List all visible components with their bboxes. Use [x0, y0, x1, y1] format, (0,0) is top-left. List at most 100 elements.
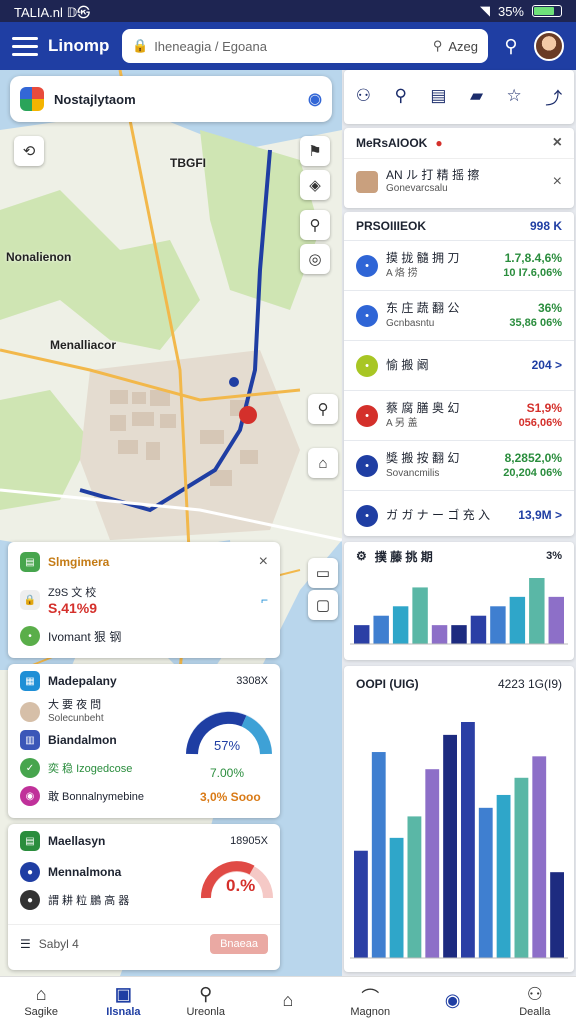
locate-icon[interactable]: ◎	[300, 244, 330, 274]
list-icon: ☰	[20, 936, 31, 951]
nav-box[interactable]: ⌂	[253, 990, 323, 1012]
close-icon[interactable]: ×	[553, 134, 562, 152]
notif-title: MeRsAIOOK	[356, 136, 428, 150]
home-map-icon[interactable]: ⌂	[308, 448, 338, 478]
avatar[interactable]	[534, 31, 564, 61]
chart-bar	[548, 596, 564, 644]
layers-icon[interactable]: ◈	[300, 170, 330, 200]
status-dot-icon: •	[356, 454, 378, 477]
chart-bar	[431, 625, 448, 644]
list-item[interactable]: • 东 庄 蔬 翻 公 Gcnbasntu 36% 35,86 06%	[344, 290, 574, 340]
status-bar: TALIA.nl 𝔻㉿ ◥ 35%	[0, 0, 576, 22]
chart-bar	[478, 807, 493, 958]
column-chart	[350, 722, 568, 959]
pin-icon[interactable]: ⚑	[300, 136, 330, 166]
map-search-title: Nostajlytaom	[54, 91, 136, 107]
chart-icon: ⚙	[356, 549, 367, 563]
nav-circle[interactable]: ◉	[418, 990, 488, 1012]
share-icon[interactable]: ⤴	[545, 84, 562, 109]
chart-bar	[407, 816, 422, 958]
calendar-icon: ▦	[20, 671, 40, 691]
document-icon[interactable]: ▤	[430, 86, 446, 106]
check-icon: ✓	[20, 758, 40, 778]
chart-bar	[529, 578, 545, 644]
list-item[interactable]: • 獎 搬 按 翻 幻 Sovancmilis 8,2852,0% 20,204 06%	[344, 440, 574, 490]
info-icon: •	[20, 626, 40, 646]
star-icon[interactable]: ☆	[507, 86, 522, 106]
status-left: TALIA.nl 𝔻㉿	[14, 4, 91, 20]
building-icon: ▥	[20, 730, 40, 750]
battery-icon	[532, 5, 562, 17]
close-icon[interactable]: ×	[259, 553, 268, 571]
gauge-card: ▦ Madepalany 3308X 大 要 夜 問 Solecunbeht ▥…	[8, 664, 280, 818]
summary-card: ▤ Slmgimera × 🔒 Z9S 文 校 S,41%9 ⌐ • Ivoma…	[8, 542, 280, 658]
square-icon[interactable]: ▢	[308, 590, 338, 620]
notification-card: MeRsAIOOK ● × ΑΝ ル 打 精 摇 擦 Gonevarcsalu …	[344, 128, 574, 208]
chart-bar	[532, 756, 547, 958]
chart-bar	[389, 837, 404, 958]
map-icon: ▣	[114, 983, 132, 1004]
map-view[interactable]: Nostajlytaom ◉ Nonalienon Menalliacor TB…	[0, 70, 342, 976]
doc-icon[interactable]: ▭	[308, 558, 338, 588]
bottom-nav: ⌂ Sagike ▣ Ilsnala ⚲ Ureonla ⌂ ⌒ Magnon ◉ ⚇ D…	[0, 976, 576, 1024]
chart-bar	[443, 734, 457, 958]
chart-bar	[412, 587, 428, 644]
folder-icon[interactable]: ▰	[470, 86, 483, 106]
chart-bar	[392, 606, 409, 644]
card-value: S,41%9	[48, 600, 98, 616]
app-bar: Linomp 🔒 Iheneagia / Egoana ⚲ Azeg ⚲	[0, 22, 576, 70]
nav-home[interactable]: ⌂ Sagike	[6, 984, 76, 1018]
home-icon: ⌂	[35, 983, 47, 1004]
chart-bar	[490, 606, 506, 644]
chart-bar	[373, 615, 389, 644]
nav-alerts[interactable]: ⌒ Magnon	[335, 984, 405, 1018]
box-icon: ⌂	[282, 989, 294, 1010]
alert-card: ▤ Maellasyn 18905X ● Mennalmona ● 謂 耕 粒 …	[8, 824, 280, 970]
chart-bar	[425, 769, 440, 958]
card-title: Slmgimera	[48, 555, 110, 569]
close-icon[interactable]: ×	[553, 173, 562, 191]
right-panel: ⚇ ⚲ ▤ ▰ ☆ ⤴ MeRsAIOOK ● × ΑΝ ル 打 精 摇 擦 G…	[342, 70, 576, 976]
search-icon[interactable]: ⚲	[394, 86, 406, 106]
status-dot-icon: •	[356, 404, 378, 427]
chart-bar	[470, 615, 487, 644]
chart-bar	[354, 850, 368, 958]
status-dot-icon: •	[356, 504, 378, 527]
search-input[interactable]: 🔒 Iheneagia / Egoana ⚲ Azeg	[122, 29, 488, 63]
circle-icon: ◉	[444, 989, 461, 1010]
nav-search[interactable]: ⚲ Ureonla	[171, 984, 241, 1018]
map-search-bar[interactable]: Nostajlytaom ◉	[10, 76, 332, 122]
zoom-icon[interactable]: ⚲	[300, 210, 330, 240]
wifi-icon: ◥	[479, 3, 490, 18]
card-icon: ▤	[20, 552, 40, 572]
column-chart-card: OOPI (UIG) 4223 1G(I9)	[344, 666, 574, 972]
chart-icon: ▤	[20, 831, 40, 851]
action-button[interactable]: Bnaeaa	[210, 933, 268, 954]
chart-bar	[514, 777, 529, 958]
status-dot-icon: •	[356, 354, 378, 377]
list-item[interactable]: • 蔡 腐 膳 奥 幻A 另 盖 S1,9% 056,06%	[344, 390, 574, 440]
tag-icon: ◉	[20, 786, 40, 806]
device-icon: ●	[20, 890, 40, 910]
thumb-avatar	[356, 170, 378, 193]
people-icon[interactable]: ⚇	[356, 86, 371, 106]
person-icon: ⚇	[526, 983, 543, 1004]
nav-map[interactable]: ▣ Ilsnala	[88, 984, 158, 1018]
app-title: Linomp	[48, 36, 110, 55]
list-item[interactable]: • ガ ガ ナ ー ゴ 充 入 13,9M >	[344, 490, 574, 540]
nav-profile[interactable]: ⚇ Dealla	[500, 984, 570, 1018]
chart-bar	[509, 596, 526, 644]
search-icon: ⚲	[432, 38, 443, 53]
menu-icon[interactable]	[12, 36, 38, 56]
list-item[interactable]: • 摸 拢 髓 拥 刀A 烙 捞 1.7,8.4,6% 10 I7.6,06%	[344, 240, 574, 290]
map-label: TBGFI	[170, 156, 206, 170]
compass-icon[interactable]: ⟲	[14, 136, 44, 166]
battery-percent: 35%	[497, 3, 524, 19]
assistant-icon[interactable]: ◉	[308, 89, 322, 109]
list-item[interactable]: • 愉 搬 阚 204 >	[344, 340, 574, 390]
trend-icon: ⌐	[260, 593, 268, 607]
status-dot-icon: •	[356, 304, 378, 327]
route-icon[interactable]: ⚲	[308, 394, 338, 424]
search-button-icon[interactable]: ⚲	[498, 36, 524, 57]
alert-dot-icon: ●	[435, 136, 443, 150]
